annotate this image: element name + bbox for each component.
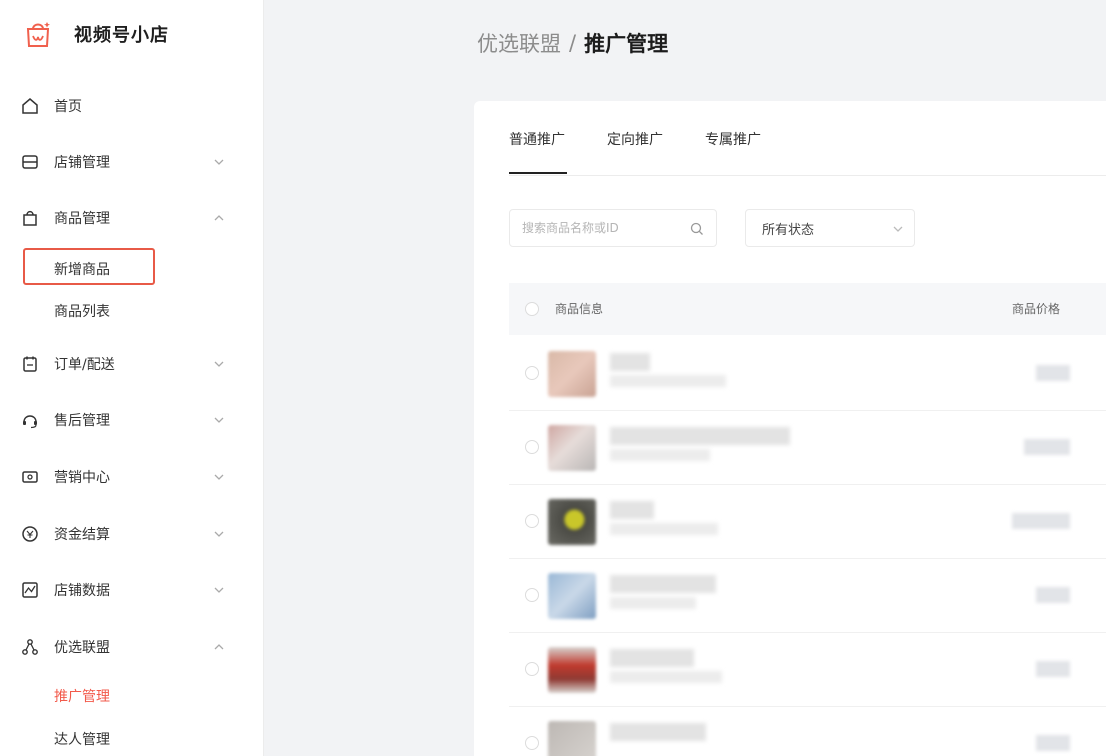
- sidebar-item-after-sales[interactable]: 售后管理: [0, 400, 264, 440]
- sidebar-subitem-promotion[interactable]: 推广管理: [54, 686, 110, 706]
- table-row[interactable]: [509, 707, 1106, 756]
- row-checkbox[interactable]: [525, 736, 539, 750]
- sidebar-item-store-data[interactable]: 店铺数据: [0, 570, 264, 610]
- product-price-redacted: [1036, 661, 1070, 677]
- chevron-down-icon: [212, 155, 226, 169]
- tab-exclusive-promotion[interactable]: 专属推广: [705, 129, 761, 175]
- status-select[interactable]: 所有状态: [745, 209, 915, 247]
- product-price-redacted: [1036, 735, 1070, 751]
- product-name-redacted: [610, 649, 694, 667]
- brand[interactable]: 视频号小店: [22, 18, 169, 50]
- product-thumbnail: [548, 425, 596, 471]
- share-icon: [20, 637, 40, 657]
- tab-targeted-promotion[interactable]: 定向推广: [607, 129, 663, 175]
- product-name-redacted: [610, 427, 790, 445]
- product-price-redacted: [1024, 439, 1070, 455]
- chevron-down-icon: [892, 222, 904, 237]
- sidebar-item-label: 商品管理: [54, 211, 110, 227]
- product-thumbnail: [548, 647, 596, 693]
- row-checkbox[interactable]: [525, 514, 539, 528]
- sidebar-subitem-influencers[interactable]: 达人管理: [54, 729, 110, 749]
- sidebar-item-orders[interactable]: 订单/配送: [0, 344, 264, 384]
- sidebar-item-products[interactable]: 商品管理: [0, 198, 264, 238]
- product-subtitle-redacted: [610, 523, 718, 535]
- sidebar-item-label: 优选联盟: [54, 640, 110, 656]
- product-thumbnail: [548, 351, 596, 397]
- shop-bag-logo-icon: [22, 18, 54, 50]
- chevron-up-icon: [212, 211, 226, 225]
- sidebar-item-label: 首页: [54, 99, 82, 115]
- sidebar-item-label: 订单/配送: [54, 357, 115, 373]
- product-thumbnail: [548, 499, 596, 545]
- table-row[interactable]: [509, 559, 1106, 633]
- select-all-checkbox[interactable]: [525, 302, 539, 316]
- sidebar: 视频号小店 首页 店铺管理 商品管理 新增商品 商品列表 订单/配送 售后管理 …: [0, 0, 264, 756]
- chevron-up-icon: [212, 640, 226, 654]
- product-name-redacted: [610, 575, 716, 593]
- product-subtitle-redacted: [610, 597, 696, 609]
- table-row[interactable]: [509, 337, 1106, 411]
- tab-normal-promotion[interactable]: 普通推广: [509, 129, 567, 175]
- table-header: 商品信息 商品价格: [509, 283, 1106, 335]
- bag-icon: [20, 208, 40, 228]
- row-checkbox[interactable]: [525, 662, 539, 676]
- search-icon[interactable]: [690, 221, 704, 240]
- breadcrumb-parent[interactable]: 优选联盟: [477, 28, 561, 58]
- home-icon: [20, 96, 40, 116]
- brand-name: 视频号小店: [74, 25, 169, 46]
- product-subtitle-redacted: [610, 449, 710, 461]
- order-icon: [20, 354, 40, 374]
- search-input[interactable]: [522, 221, 682, 235]
- sidebar-item-label: 售后管理: [54, 413, 110, 429]
- sidebar-item-label: 店铺管理: [54, 155, 110, 171]
- row-checkbox[interactable]: [525, 366, 539, 380]
- store-icon: [20, 152, 40, 172]
- sidebar-item-settlement[interactable]: 资金结算: [0, 514, 264, 554]
- sidebar-subitem-product-list[interactable]: 商品列表: [54, 301, 110, 321]
- product-price-redacted: [1036, 365, 1070, 381]
- chevron-down-icon: [212, 357, 226, 371]
- sidebar-subitem-add-product[interactable]: 新增商品: [54, 259, 110, 279]
- product-price-redacted: [1012, 513, 1070, 529]
- product-name-redacted: [610, 723, 706, 741]
- headset-icon: [20, 410, 40, 430]
- product-name-redacted: [610, 501, 654, 519]
- chevron-down-icon: [212, 413, 226, 427]
- chevron-down-icon: [212, 470, 226, 484]
- product-price-redacted: [1036, 587, 1070, 603]
- sidebar-item-label: 店铺数据: [54, 583, 110, 599]
- status-select-value: 所有状态: [762, 222, 815, 238]
- row-checkbox[interactable]: [525, 440, 539, 454]
- table-row[interactable]: [509, 485, 1106, 559]
- column-header-product-info: 商品信息: [555, 302, 604, 316]
- divider: [509, 175, 1106, 176]
- breadcrumb: 优选联盟 / 推广管理: [477, 28, 668, 58]
- tab-bar: 普通推广 定向推广 专属推广: [509, 129, 803, 175]
- product-name-redacted: [610, 353, 650, 371]
- sidebar-item-home[interactable]: 首页: [0, 86, 264, 126]
- chart-icon: [20, 580, 40, 600]
- column-header-product-price: 商品价格: [1012, 302, 1061, 316]
- sidebar-item-marketing[interactable]: 营销中心: [0, 457, 264, 497]
- sidebar-item-alliance[interactable]: 优选联盟: [0, 627, 264, 667]
- chevron-down-icon: [212, 527, 226, 541]
- sidebar-item-store[interactable]: 店铺管理: [0, 142, 264, 182]
- product-thumbnail: [548, 721, 596, 756]
- sidebar-item-label: 营销中心: [54, 470, 110, 486]
- table-row[interactable]: [509, 633, 1106, 707]
- coupon-icon: [20, 467, 40, 487]
- product-subtitle-redacted: [610, 671, 722, 683]
- chevron-down-icon: [212, 583, 226, 597]
- table-row[interactable]: [509, 411, 1106, 485]
- content-card: 普通推广 定向推广 专属推广 所有状态 商品信息 商品价格: [474, 101, 1106, 756]
- page-title: 推广管理: [584, 32, 669, 56]
- sidebar-item-label: 资金结算: [54, 527, 110, 543]
- money-icon: [20, 524, 40, 544]
- breadcrumb-separator: /: [569, 31, 577, 55]
- search-box: [509, 209, 717, 247]
- product-subtitle-redacted: [610, 375, 726, 387]
- row-checkbox[interactable]: [525, 588, 539, 602]
- product-thumbnail: [548, 573, 596, 619]
